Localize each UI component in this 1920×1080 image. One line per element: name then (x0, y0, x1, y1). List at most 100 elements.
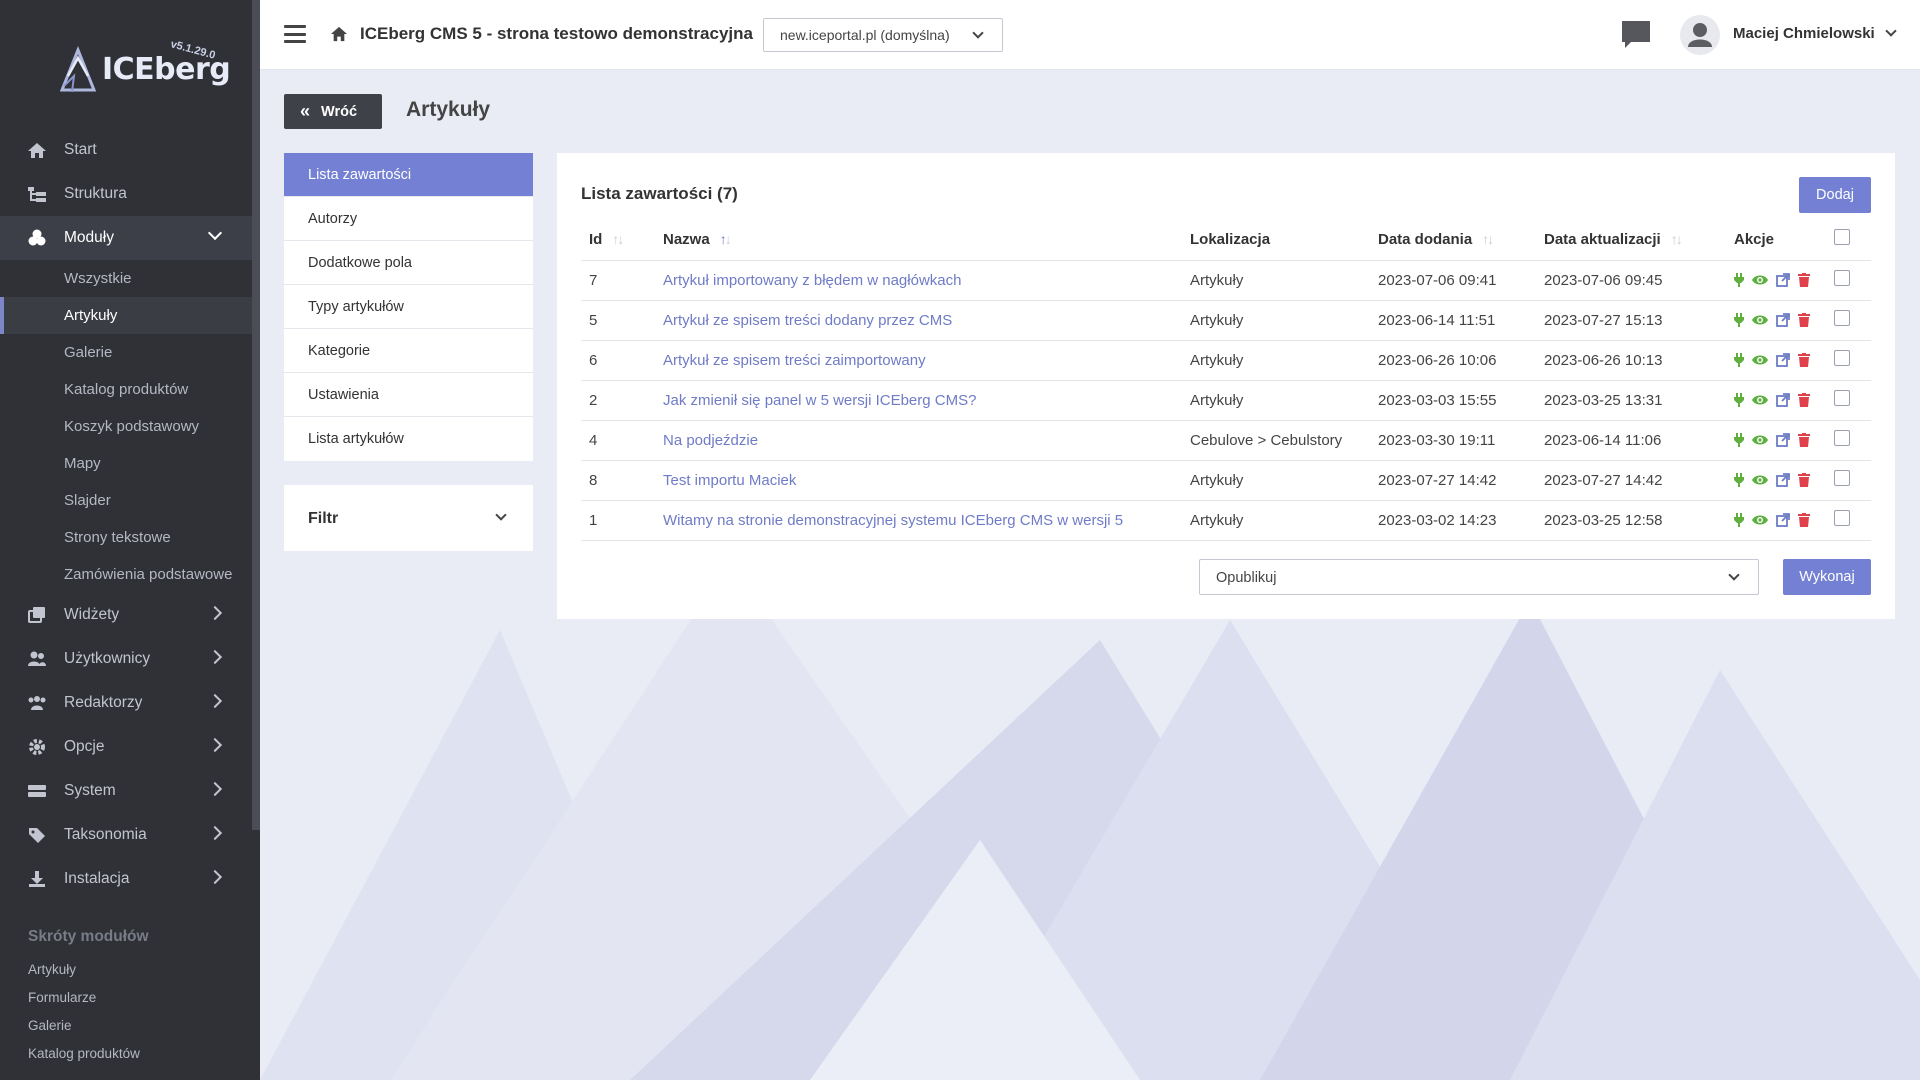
menu-toggle-icon[interactable] (284, 25, 306, 43)
nav-redaktorzy[interactable]: Redaktorzy (0, 681, 252, 725)
menu-typy-artykulow[interactable]: Typy artykułów (284, 285, 533, 329)
select-all-checkbox[interactable] (1834, 229, 1850, 246)
external-link-icon[interactable] (1776, 313, 1790, 327)
article-link[interactable]: Artykuł ze spisem treści dodany przez CM… (663, 312, 952, 329)
nav-instalacja[interactable]: Instalacja (0, 857, 252, 901)
row-checkbox[interactable] (1834, 270, 1850, 286)
shortcut-formularze[interactable]: Formularze (28, 990, 96, 1005)
user-name[interactable]: Maciej Chmielowski (1733, 25, 1875, 42)
eye-icon[interactable] (1752, 394, 1768, 406)
publish-plug-icon[interactable] (1734, 433, 1744, 447)
eye-icon[interactable] (1752, 514, 1768, 526)
nav-moduly[interactable]: Moduły (0, 216, 252, 260)
eye-icon[interactable] (1752, 474, 1768, 486)
external-link-icon[interactable] (1776, 513, 1790, 527)
col-name[interactable]: Nazwa ↑↓ (655, 219, 1182, 261)
nav-struktura[interactable]: Struktura (0, 172, 252, 216)
trash-icon[interactable] (1798, 313, 1810, 327)
external-link-icon[interactable] (1776, 433, 1790, 447)
domain-select[interactable]: new.iceportal.pl (domyślna) (763, 18, 1003, 52)
chevron-down-icon[interactable] (1885, 25, 1897, 37)
back-button[interactable]: « Wróć (284, 94, 382, 129)
col-added[interactable]: Data dodania ↑↓ (1370, 219, 1536, 261)
article-link[interactable]: Na podjeździe (663, 432, 758, 449)
trash-icon[interactable] (1798, 513, 1810, 527)
menu-dodatkowe-pola[interactable]: Dodatkowe pola (284, 241, 533, 285)
cell-updated: 2023-07-27 15:13 (1536, 300, 1726, 341)
external-link-icon[interactable] (1776, 353, 1790, 367)
cell-id: 7 (581, 260, 655, 301)
nav-sub-koszyk-podstawowy[interactable]: Koszyk podstawowy (0, 408, 252, 445)
eye-icon[interactable] (1752, 434, 1768, 446)
article-link[interactable]: Artykuł importowany z błędem w nagłówkac… (663, 272, 961, 289)
trash-icon[interactable] (1798, 353, 1810, 367)
row-checkbox[interactable] (1834, 430, 1850, 446)
article-link[interactable]: Test importu Maciek (663, 472, 796, 489)
nav-taksonomia[interactable]: Taksonomia (0, 813, 252, 857)
execute-button[interactable]: Wykonaj (1783, 559, 1871, 595)
nav-sub-wszystkie[interactable]: Wszystkie (0, 260, 252, 297)
row-checkbox[interactable] (1834, 390, 1850, 406)
publish-plug-icon[interactable] (1734, 273, 1744, 287)
trash-icon[interactable] (1798, 433, 1810, 447)
page-title: Artykuły (406, 98, 491, 121)
nav-label: Struktura (64, 185, 127, 202)
external-link-icon[interactable] (1776, 393, 1790, 407)
col-updated[interactable]: Data aktualizacji ↑↓ (1536, 219, 1726, 261)
cell-id: 8 (581, 460, 655, 501)
add-button[interactable]: Dodaj (1799, 177, 1871, 213)
article-link[interactable]: Jak zmienił się panel w 5 wersji ICEberg… (663, 392, 976, 409)
eye-icon[interactable] (1752, 314, 1768, 326)
nav-opcje[interactable]: Opcje (0, 725, 252, 769)
logo[interactable]: ICEberg v5.1.29.0 (58, 38, 231, 100)
menu-ustawienia[interactable]: Ustawienia (284, 373, 533, 417)
nav-sub-slajder[interactable]: Slajder (0, 482, 252, 519)
shortcut-galerie[interactable]: Galerie (28, 1018, 72, 1033)
shortcut-artykuly[interactable]: Artykuły (28, 962, 76, 977)
sidebar-scrollbar[interactable] (252, 0, 260, 830)
chat-icon[interactable] (1620, 18, 1652, 50)
external-link-icon[interactable] (1776, 273, 1790, 287)
nav-sub-strony-tekstowe[interactable]: Strony tekstowe (0, 519, 252, 556)
nav-widzety[interactable]: Widżety (0, 593, 252, 637)
row-checkbox[interactable] (1834, 310, 1850, 326)
filter-panel[interactable]: Filtr (284, 485, 533, 551)
menu-kategorie[interactable]: Kategorie (284, 329, 533, 373)
cell-select (1826, 460, 1871, 501)
trash-icon[interactable] (1798, 393, 1810, 407)
home-icon[interactable] (330, 26, 348, 42)
publish-plug-icon[interactable] (1734, 313, 1744, 327)
publish-plug-icon[interactable] (1734, 513, 1744, 527)
nav-sub-zamowienia-podstawowe[interactable]: Zamówienia podstawowe (0, 556, 252, 593)
article-link[interactable]: Witamy na stronie demonstracyjnej system… (663, 512, 1123, 529)
trash-icon[interactable] (1798, 273, 1810, 287)
cell-select (1826, 300, 1871, 341)
site-title[interactable]: ICEberg CMS 5 - strona testowo demonstra… (360, 24, 753, 44)
nav-start[interactable]: Start (0, 128, 252, 172)
trash-icon[interactable] (1798, 473, 1810, 487)
shortcut-katalog-produktow[interactable]: Katalog produktów (28, 1046, 140, 1061)
nav-sub-katalog-produktow[interactable]: Katalog produktów (0, 371, 252, 408)
row-checkbox[interactable] (1834, 510, 1850, 526)
avatar[interactable] (1680, 15, 1720, 55)
article-link[interactable]: Artykuł ze spisem treści zaimportowany (663, 352, 926, 369)
eye-icon[interactable] (1752, 354, 1768, 366)
external-link-icon[interactable] (1776, 473, 1790, 487)
menu-autorzy[interactable]: Autorzy (284, 197, 533, 241)
nav-uzytkownicy[interactable]: Użytkownicy (0, 637, 252, 681)
publish-plug-icon[interactable] (1734, 473, 1744, 487)
nav-sub-mapy[interactable]: Mapy (0, 445, 252, 482)
row-checkbox[interactable] (1834, 350, 1850, 366)
menu-lista-zawartosci[interactable]: Lista zawartości (284, 153, 533, 197)
download-icon (29, 871, 45, 887)
col-id[interactable]: Id ↑↓ (581, 219, 655, 261)
publish-plug-icon[interactable] (1734, 353, 1744, 367)
eye-icon[interactable] (1752, 274, 1768, 286)
nav-system[interactable]: System (0, 769, 252, 813)
nav-sub-galerie[interactable]: Galerie (0, 334, 252, 371)
nav-sub-artykuly[interactable]: Artykuły (0, 297, 252, 334)
menu-lista-artykulow[interactable]: Lista artykułów (284, 417, 533, 461)
bulk-action-select[interactable]: Opublikuj (1199, 559, 1759, 595)
row-checkbox[interactable] (1834, 470, 1850, 486)
publish-plug-icon[interactable] (1734, 393, 1744, 407)
